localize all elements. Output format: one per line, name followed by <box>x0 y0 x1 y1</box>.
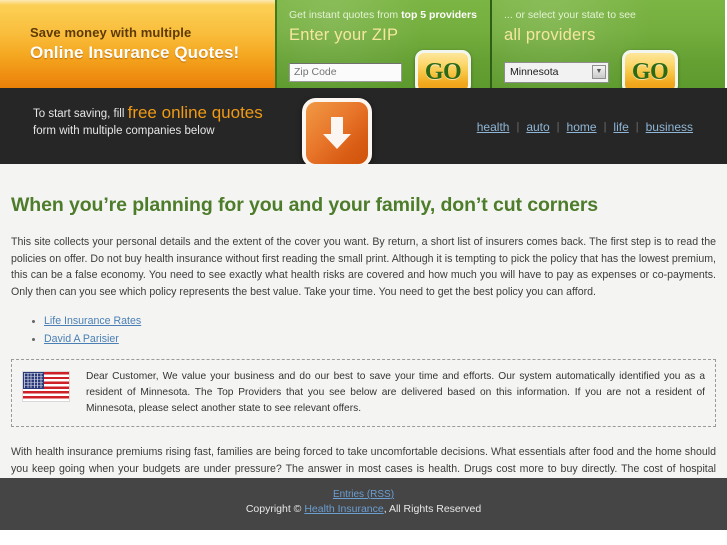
list-item: Life Insurance Rates <box>44 313 716 329</box>
customer-notice-box: Dear Customer, We value your business an… <box>11 359 716 427</box>
navbar-tagline-accent: free online quotes <box>127 103 263 122</box>
nav-link-business[interactable]: business <box>639 120 700 134</box>
zip-panel-title: Enter your ZIP <box>289 26 399 44</box>
link-david-a-parisier[interactable]: David A Parisier <box>44 333 119 345</box>
main-content: When you’re planning for you and your fa… <box>0 164 727 508</box>
zip-panel-subtitle: Get instant quotes from top 5 providers <box>289 9 490 21</box>
flag-canton <box>23 372 44 389</box>
link-life-insurance-rates[interactable]: Life Insurance Rates <box>44 315 141 327</box>
nav-link-auto[interactable]: auto <box>519 120 556 134</box>
main-navigation: health | auto | home | life | business <box>470 120 700 134</box>
nav-link-life[interactable]: life <box>606 120 635 134</box>
navbar-tagline-line-2: form with multiple companies below <box>33 125 215 137</box>
page-title: When you’re planning for you and your fa… <box>11 194 599 216</box>
state-select-panel: ... or select your state to see all prov… <box>492 0 725 88</box>
state-panel-subtitle: ... or select your state to see <box>504 9 636 21</box>
page-root: Save money with multiple Online Insuranc… <box>0 0 727 545</box>
top-banner: Save money with multiple Online Insuranc… <box>0 0 727 88</box>
zip-field-row: GO <box>289 50 490 88</box>
related-links-list: Life Insurance Rates David A Parisier <box>11 313 716 347</box>
copyright-notice: Copyright © Health Insurance, All Rights… <box>0 503 727 515</box>
intro-paragraph: This site collects your personal details… <box>11 236 716 298</box>
zip-quote-panel: Get instant quotes from top 5 providers … <box>277 0 492 88</box>
state-field-row: Minnesota ▼ GO <box>504 50 725 88</box>
state-select-wrapper: Minnesota ▼ <box>504 61 609 83</box>
state-select[interactable]: Minnesota <box>504 61 609 83</box>
site-name-link[interactable]: Health Insurance <box>304 503 383 515</box>
customer-notice-text: Dear Customer, We value your business an… <box>86 371 705 414</box>
promo-panel: Save money with multiple Online Insuranc… <box>0 0 277 88</box>
navbar-tagline-line-1: To start saving, fill free online quotes <box>33 104 263 123</box>
state-panel-title: all providers <box>504 26 596 44</box>
nav-link-home[interactable]: home <box>560 120 604 134</box>
copyright-suffix: , All Rights Reserved <box>383 503 482 515</box>
state-go-button[interactable]: GO <box>622 50 678 88</box>
down-arrow-badge-button[interactable] <box>302 98 372 168</box>
copyright-prefix: Copyright © <box>245 503 305 515</box>
navbar-tagline: To start saving, fill free online quotes… <box>33 104 263 140</box>
zip-panel-subtitle-prefix: Get instant quotes from <box>289 9 402 21</box>
down-arrow-icon <box>320 114 354 152</box>
nav-link-health[interactable]: health <box>470 120 517 134</box>
page-footer: Entries (RSS) Copyright © Health Insuran… <box>0 478 727 530</box>
us-flag-icon <box>22 371 70 402</box>
zip-panel-subtitle-strong: top 5 providers <box>401 9 477 21</box>
rss-feed-link[interactable]: Entries (RSS) <box>0 489 727 500</box>
zip-go-button[interactable]: GO <box>415 50 471 88</box>
navbar-tagline-prefix: To start saving, fill <box>33 108 128 120</box>
promo-line-1: Save money with multiple <box>30 25 192 40</box>
promo-line-2: Online Insurance Quotes! <box>30 43 240 62</box>
list-item: David A Parisier <box>44 331 716 347</box>
zip-code-input[interactable] <box>289 62 402 82</box>
